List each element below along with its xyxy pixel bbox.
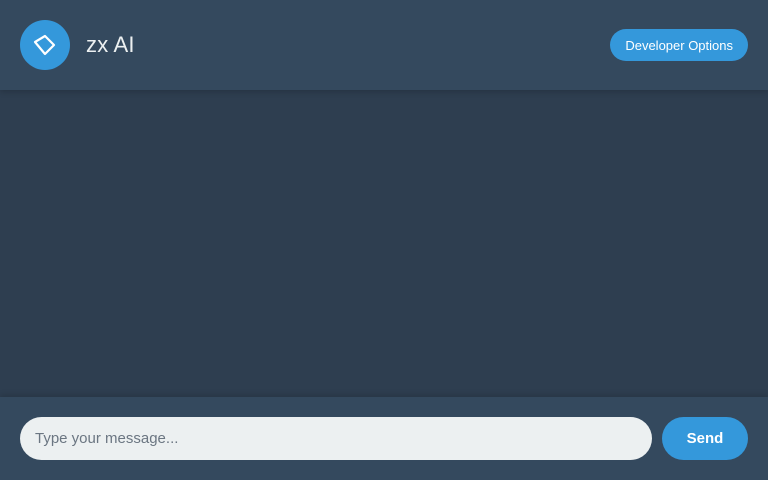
developer-options-button[interactable]: Developer Options bbox=[610, 29, 748, 61]
app-header: zx AI Developer Options bbox=[0, 0, 768, 90]
send-button[interactable]: Send bbox=[662, 417, 748, 460]
message-input[interactable] bbox=[20, 417, 652, 460]
chat-messages-area[interactable] bbox=[0, 90, 768, 397]
chat-app: zx AI Developer Options Send bbox=[0, 0, 768, 480]
tag-diamond-icon bbox=[33, 34, 56, 56]
app-title: zx AI bbox=[86, 32, 135, 57]
message-composer: Send bbox=[0, 397, 768, 480]
app-logo bbox=[20, 20, 70, 70]
